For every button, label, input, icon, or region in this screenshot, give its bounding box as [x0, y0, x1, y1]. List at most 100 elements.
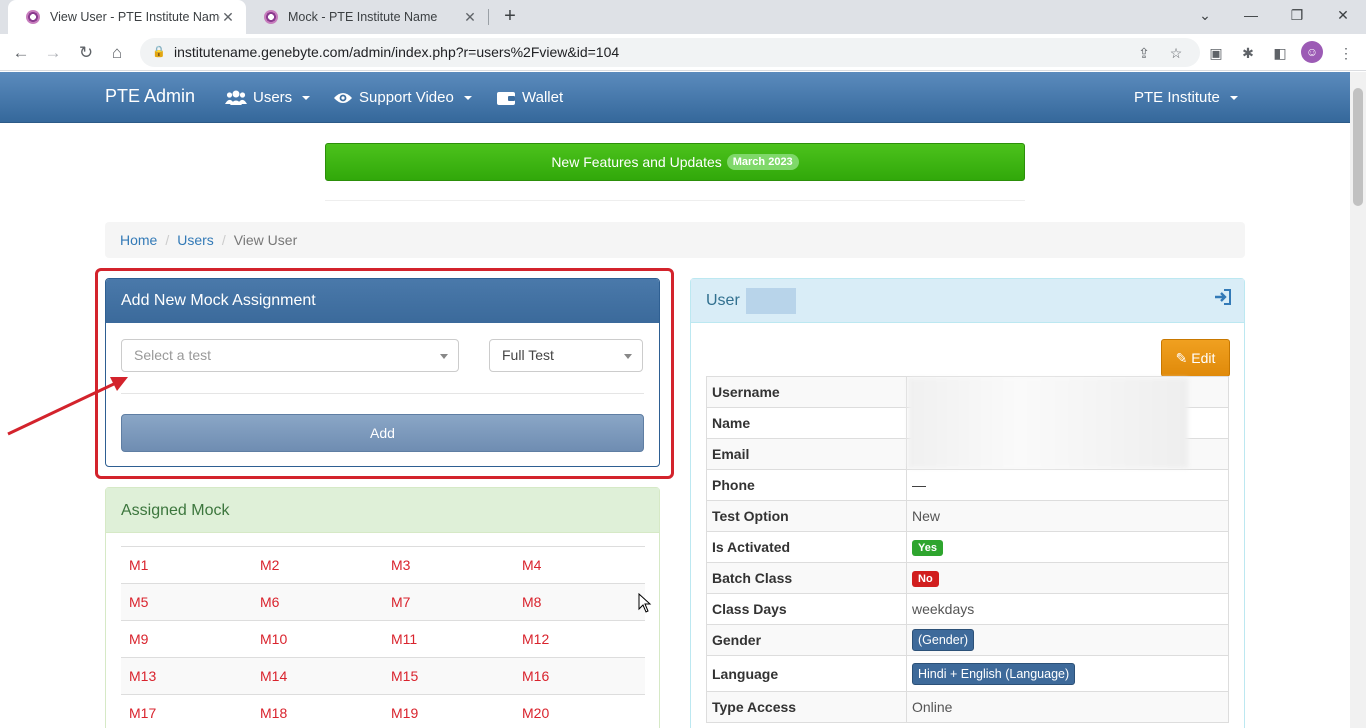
mock-link[interactable]: M1: [121, 546, 252, 584]
language-badge: Hindi + English (Language): [912, 662, 1076, 685]
field-label: Email: [706, 438, 907, 470]
table-row: Is Activated Yes: [706, 531, 1229, 563]
restore-icon[interactable]: ❐: [1274, 0, 1320, 32]
highlight-box: [95, 268, 674, 479]
lock-icon[interactable]: 🔒: [152, 38, 166, 67]
chrome-menu-icon[interactable]: ⋮: [1333, 40, 1359, 66]
sign-in-icon[interactable]: [1214, 279, 1232, 323]
browser-tab-view-user[interactable]: View User - PTE Institute Name ✕: [8, 0, 246, 34]
mock-link[interactable]: M12: [514, 620, 645, 658]
mock-link[interactable]: M15: [383, 657, 514, 695]
mock-link[interactable]: M19: [383, 694, 514, 728]
mock-link[interactable]: M3: [383, 546, 514, 584]
chevron-down-icon: [302, 95, 311, 100]
profile-avatar[interactable]: ☺: [1301, 41, 1323, 63]
nav-support-video[interactable]: Support Video: [333, 89, 472, 106]
assigned-mock-title: Assigned Mock: [106, 488, 659, 533]
nav-users[interactable]: Users: [225, 89, 311, 106]
browser-tab-mock[interactable]: Mock - PTE Institute Name ✕: [246, 0, 488, 34]
chevron-down-icon: [1229, 95, 1238, 100]
mock-link[interactable]: M7: [383, 583, 514, 621]
wallet-icon: [497, 91, 515, 105]
eye-icon: [334, 92, 352, 103]
reload-icon[interactable]: ↻: [73, 40, 99, 66]
home-icon[interactable]: ⌂: [104, 40, 130, 66]
field-label: Username: [706, 376, 907, 408]
brand-link[interactable]: PTE Admin: [105, 86, 195, 107]
mock-link[interactable]: M20: [514, 694, 645, 728]
mock-link[interactable]: M2: [252, 546, 383, 584]
edit-button[interactable]: ✎ Edit: [1161, 339, 1230, 377]
breadcrumb-separator: /: [165, 232, 170, 248]
user-panel-header: User: [691, 279, 1244, 323]
browser-tabstrip: View User - PTE Institute Name ✕ Mock - …: [0, 0, 1366, 34]
tab-search-icon[interactable]: ⌄: [1182, 0, 1228, 32]
table-row: M1 M2 M3 M4: [121, 546, 645, 584]
edit-icon: ✎: [1175, 350, 1188, 366]
nav-wallet[interactable]: Wallet: [496, 89, 563, 106]
user-panel: User ✎ Edit Username Name Email Phone — T…: [690, 278, 1245, 728]
field-label: Class Days: [706, 593, 907, 625]
page-scrollbar[interactable]: [1350, 72, 1366, 728]
table-row: M17 M18 M19 M20: [121, 694, 645, 728]
extensions-icon[interactable]: ✱: [1235, 40, 1261, 66]
field-label: Test Option: [706, 500, 907, 532]
divider: [325, 200, 1025, 201]
field-value: New: [906, 500, 1229, 532]
bookmark-star-icon[interactable]: ☆: [1163, 40, 1189, 66]
mock-link[interactable]: M17: [121, 694, 252, 728]
mock-link[interactable]: M4: [514, 546, 645, 584]
site-favicon-icon: [26, 10, 40, 24]
close-icon[interactable]: ✕: [220, 9, 236, 26]
camera-icon[interactable]: ▣: [1203, 40, 1229, 66]
annotation-arrow-icon: [7, 377, 128, 436]
breadcrumb-home[interactable]: Home: [120, 232, 157, 248]
address-bar: ← → ↻ ⌂ 🔒 institutename.genebyte.com/adm…: [0, 34, 1366, 71]
chevron-down-icon: [463, 95, 472, 100]
site-navbar: PTE Admin Users Support Video Wallet PTE…: [0, 72, 1350, 123]
table-row: Class Days weekdays: [706, 593, 1229, 625]
mock-link[interactable]: M11: [383, 620, 514, 658]
user-panel-title: User: [706, 292, 740, 309]
field-value: Online: [906, 691, 1229, 723]
minimize-icon[interactable]: —: [1228, 0, 1274, 32]
features-banner[interactable]: New Features and Updates March 2023: [325, 143, 1025, 181]
back-icon[interactable]: ←: [8, 40, 34, 66]
close-icon[interactable]: ✕: [462, 9, 478, 26]
mock-link[interactable]: M6: [252, 583, 383, 621]
breadcrumb-current: View User: [233, 232, 298, 248]
breadcrumb-separator: /: [221, 232, 226, 248]
field-value: Hindi + English (Language): [906, 655, 1229, 692]
forward-icon[interactable]: →: [40, 40, 66, 66]
mock-link[interactable]: M9: [121, 620, 252, 658]
field-label: Type Access: [706, 691, 907, 723]
mock-link[interactable]: M13: [121, 657, 252, 695]
field-label: Name: [706, 407, 907, 439]
mock-link[interactable]: M16: [514, 657, 645, 695]
mouse-cursor-icon: [638, 593, 652, 613]
share-icon[interactable]: ⇪: [1131, 40, 1157, 66]
table-row: Test Option New: [706, 500, 1229, 532]
table-row: Phone —: [706, 469, 1229, 501]
side-panel-icon[interactable]: ◧: [1267, 40, 1293, 66]
nav-users-label: Users: [253, 89, 293, 106]
mock-link[interactable]: M8: [514, 583, 645, 621]
status-badge: Yes: [912, 540, 943, 556]
url-field[interactable]: 🔒 institutename.genebyte.com/admin/index…: [140, 38, 1200, 67]
tab-separator: [488, 9, 489, 25]
table-row: M9 M10 M11 M12: [121, 620, 645, 658]
window-close-icon[interactable]: ✕: [1320, 0, 1366, 32]
scrollbar-thumb[interactable]: [1353, 88, 1363, 206]
mock-link[interactable]: M5: [121, 583, 252, 621]
nav-institute-menu[interactable]: PTE Institute: [1134, 89, 1238, 106]
breadcrumb: Home / Users / View User: [105, 222, 1245, 258]
mock-link[interactable]: M10: [252, 620, 383, 658]
breadcrumb-users[interactable]: Users: [177, 232, 214, 248]
table-row: M5 M6 M7 M8: [121, 583, 645, 621]
new-tab-icon[interactable]: +: [498, 4, 522, 28]
institute-menu-label: PTE Institute: [1134, 89, 1220, 106]
mock-link[interactable]: M14: [252, 657, 383, 695]
field-value: (Gender): [906, 624, 1229, 656]
nav-support-video-label: Support Video: [359, 89, 454, 106]
mock-link[interactable]: M18: [252, 694, 383, 728]
